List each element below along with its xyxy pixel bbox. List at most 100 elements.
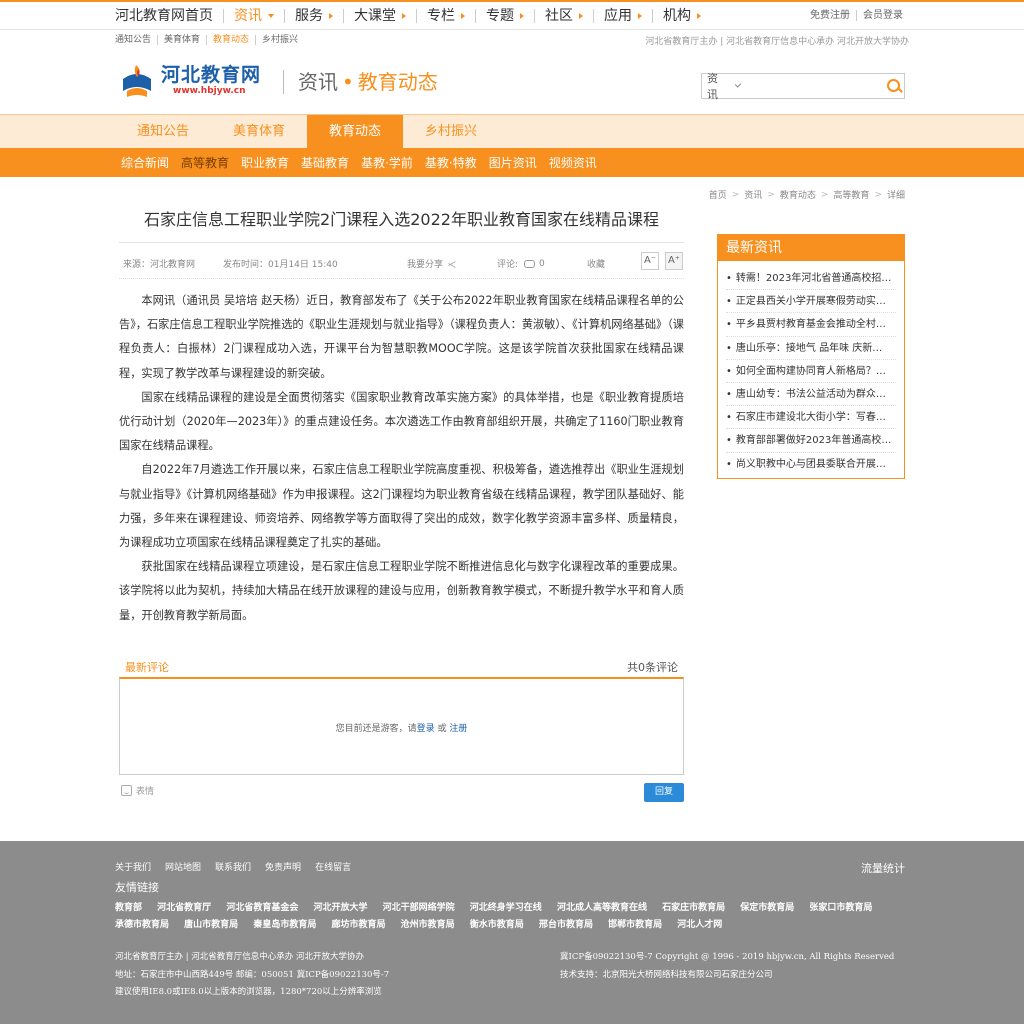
chevron-right-icon (697, 13, 701, 19)
friend-link[interactable]: 保定市教育局 (740, 900, 794, 917)
chevron-right-icon (579, 13, 583, 19)
sidebar-title: 最新资讯 (718, 235, 904, 261)
list-item[interactable]: 转需！2023年河北省普通高校招生… (726, 267, 896, 291)
list-item[interactable]: 尚义职教中心与团县委联合开展… (726, 453, 896, 476)
friend-link[interactable]: 河北干部网络学院 (383, 900, 455, 917)
friend-link[interactable]: 石家庄市教育局 (662, 900, 725, 917)
friend-link[interactable]: 河北省教育基金会 (226, 900, 298, 917)
crumb-higher-edu[interactable]: 高等教育 (833, 188, 869, 201)
comments-title: 最新评论 (125, 661, 169, 674)
friend-link[interactable]: 河北人才网 (677, 917, 722, 934)
font-increase-button[interactable]: A⁺ (665, 252, 683, 270)
sublink-edu-news[interactable]: 教育动态 (206, 35, 255, 45)
article-paragraph: 获批国家在线精品课程立项建设，是石家庄信息工程职业学院不断推进信息化与数字化课程… (119, 560, 684, 622)
cat-vocational[interactable]: 职业教育 (235, 154, 295, 171)
friend-link[interactable]: 河北成人高等教育在线 (557, 900, 647, 917)
friend-link[interactable]: 承德市教育局 (115, 917, 169, 934)
nav-service[interactable]: 服务 (284, 9, 343, 23)
friend-link[interactable]: 河北开放大学 (313, 900, 367, 917)
sublink-notice[interactable]: 通知公告 (115, 35, 157, 45)
comment-register-link[interactable]: 注册 (449, 724, 467, 734)
comments-total: 共0条评论 (627, 661, 678, 674)
nav-column[interactable]: 专栏 (416, 9, 475, 23)
nav-news[interactable]: 资讯 (223, 9, 284, 23)
share-button[interactable]: 我要分享 (407, 257, 457, 270)
sub-bar: 通知公告 美育体育 教育动态 乡村振兴 河北省教育厅主办 | 河北省教育厅信息中… (0, 30, 1024, 52)
nav-community[interactable]: 社区 (534, 9, 593, 23)
tab-edu-news[interactable]: 教育动态 (307, 115, 403, 149)
nav-apps[interactable]: 应用 (593, 9, 652, 23)
crumb-news[interactable]: 资讯 (744, 188, 762, 201)
friend-link[interactable]: 河北终身学习在线 (470, 900, 542, 917)
favorite-button[interactable]: 收藏 (587, 257, 605, 270)
cat-basic[interactable]: 基础教育 (295, 154, 355, 171)
crumb-edu-news[interactable]: 教育动态 (780, 188, 816, 201)
comment-count[interactable]: 评论: 0 (497, 257, 545, 271)
top-nav: 河北教育网首页 资讯 服务 大课堂 专栏 专题 社区 应用 机构 (115, 2, 909, 30)
search-scope-select[interactable]: 资讯 (702, 70, 742, 102)
top-navigation-bar: 河北教育网首页 资讯 服务 大课堂 专栏 专题 社区 应用 机构 免费注册 会员… (0, 0, 1024, 30)
friend-link[interactable]: 衡水市教育局 (470, 917, 524, 934)
friend-link[interactable]: 邯郸市教育局 (608, 917, 662, 934)
chevron-right-icon (402, 13, 406, 19)
logo-emblem-icon (119, 61, 155, 101)
emoji-button[interactable]: 表情 (121, 784, 154, 797)
friend-link[interactable]: 秦皇岛市教育局 (253, 917, 316, 934)
footer-sitemap-link[interactable]: 网站地图 (165, 860, 201, 873)
article-title: 石家庄信息工程职业学院2门课程入选2022年职业教育国家在线精品课程 (119, 205, 684, 243)
footer-disclaimer-link[interactable]: 免责声明 (265, 860, 301, 873)
site-logo[interactable]: 河北教育网 www.hbjyw.cn (119, 60, 261, 102)
comment-box[interactable]: 您目前还是游客，请登录 或 注册 (119, 677, 684, 775)
friend-link[interactable]: 沧州市教育局 (401, 917, 455, 934)
nav-topic[interactable]: 专题 (475, 9, 534, 23)
crumb-home[interactable]: 首页 (709, 188, 727, 201)
reply-button[interactable]: 回复 (644, 783, 684, 802)
cat-special[interactable]: 基教·特教 (419, 154, 483, 171)
register-link[interactable]: 免费注册 (804, 10, 856, 21)
search-icon[interactable] (882, 74, 901, 98)
friend-link[interactable]: 教育部 (115, 900, 142, 917)
friend-links: 教育部 河北省教育厅 河北省教育基金会 河北开放大学 河北干部网络学院 河北终身… (115, 900, 895, 934)
site-header: 河北教育网 www.hbjyw.cn 资讯 • 教育动态 资讯 (115, 52, 909, 114)
traffic-stats-link[interactable]: 流量统计 (861, 860, 905, 876)
cat-photo[interactable]: 图片资讯 (483, 154, 543, 171)
list-item[interactable]: 唐山幼专：书法公益活动为群众… (726, 383, 896, 407)
footer-about-link[interactable]: 关于我们 (115, 860, 151, 873)
section-title: 资讯 • 教育动态 (283, 70, 438, 94)
list-item[interactable]: 正定县西关小学开展寒假劳动实… (726, 290, 896, 314)
friend-link[interactable]: 廊坊市教育局 (331, 917, 385, 934)
category-bar: 综合新闻 高等教育 职业教育 基础教育 基教·学前 基教·特教 图片资讯 视频资… (0, 148, 1024, 177)
nav-classroom[interactable]: 大课堂 (343, 9, 416, 23)
sub-links: 通知公告 美育体育 教育动态 乡村振兴 (115, 35, 304, 45)
tab-arts-sports[interactable]: 美育体育 (211, 115, 307, 149)
tab-notice[interactable]: 通知公告 (115, 115, 211, 149)
cat-general[interactable]: 综合新闻 (115, 154, 175, 171)
site-footer: 关于我们 网站地图 联系我们 免责声明 在线留言 流量统计 友情链接 教育部 河… (0, 841, 1024, 1024)
sublink-rural[interactable]: 乡村振兴 (255, 35, 304, 45)
cat-video[interactable]: 视频资讯 (543, 154, 603, 171)
list-item[interactable]: 如何全面构建协同育人新格局？… (726, 360, 896, 383)
list-item[interactable]: 平乡县贾村教育基金会推动全村… (726, 313, 896, 337)
list-item[interactable]: 石家庄市建设北大街小学：写春… (726, 406, 896, 430)
search-input[interactable] (739, 75, 882, 97)
sublink-arts-sports[interactable]: 美育体育 (157, 35, 206, 45)
nav-home[interactable]: 河北教育网首页 (115, 9, 223, 23)
footer-contact-link[interactable]: 联系我们 (215, 860, 251, 873)
font-decrease-button[interactable]: A⁻ (641, 252, 659, 270)
friend-link[interactable]: 张家口市教育局 (809, 900, 872, 917)
cat-higher-edu[interactable]: 高等教育 (175, 154, 235, 171)
chevron-down-icon (268, 14, 274, 18)
footer-message-link[interactable]: 在线留言 (315, 860, 351, 873)
comment-login-link[interactable]: 登录 (417, 724, 435, 734)
footer-info: 河北省教育厅主办 | 河北省教育厅信息中心承办 河北开放大学协办 地址：石家庄市… (115, 952, 390, 997)
tab-rural[interactable]: 乡村振兴 (403, 115, 499, 149)
list-item[interactable]: 教育部部署做好2023年普通高校… (726, 429, 896, 453)
login-link[interactable]: 会员登录 (856, 10, 909, 21)
friend-link[interactable]: 唐山市教育局 (184, 917, 238, 934)
nav-institutions[interactable]: 机构 (652, 9, 711, 23)
friend-link[interactable]: 河北省教育厅 (157, 900, 211, 917)
chevron-right-icon (638, 13, 642, 19)
list-item[interactable]: 唐山乐亭：接地气 品年味 庆新… (726, 337, 896, 360)
cat-preschool[interactable]: 基教·学前 (355, 154, 419, 171)
friend-link[interactable]: 邢台市教育局 (539, 917, 593, 934)
